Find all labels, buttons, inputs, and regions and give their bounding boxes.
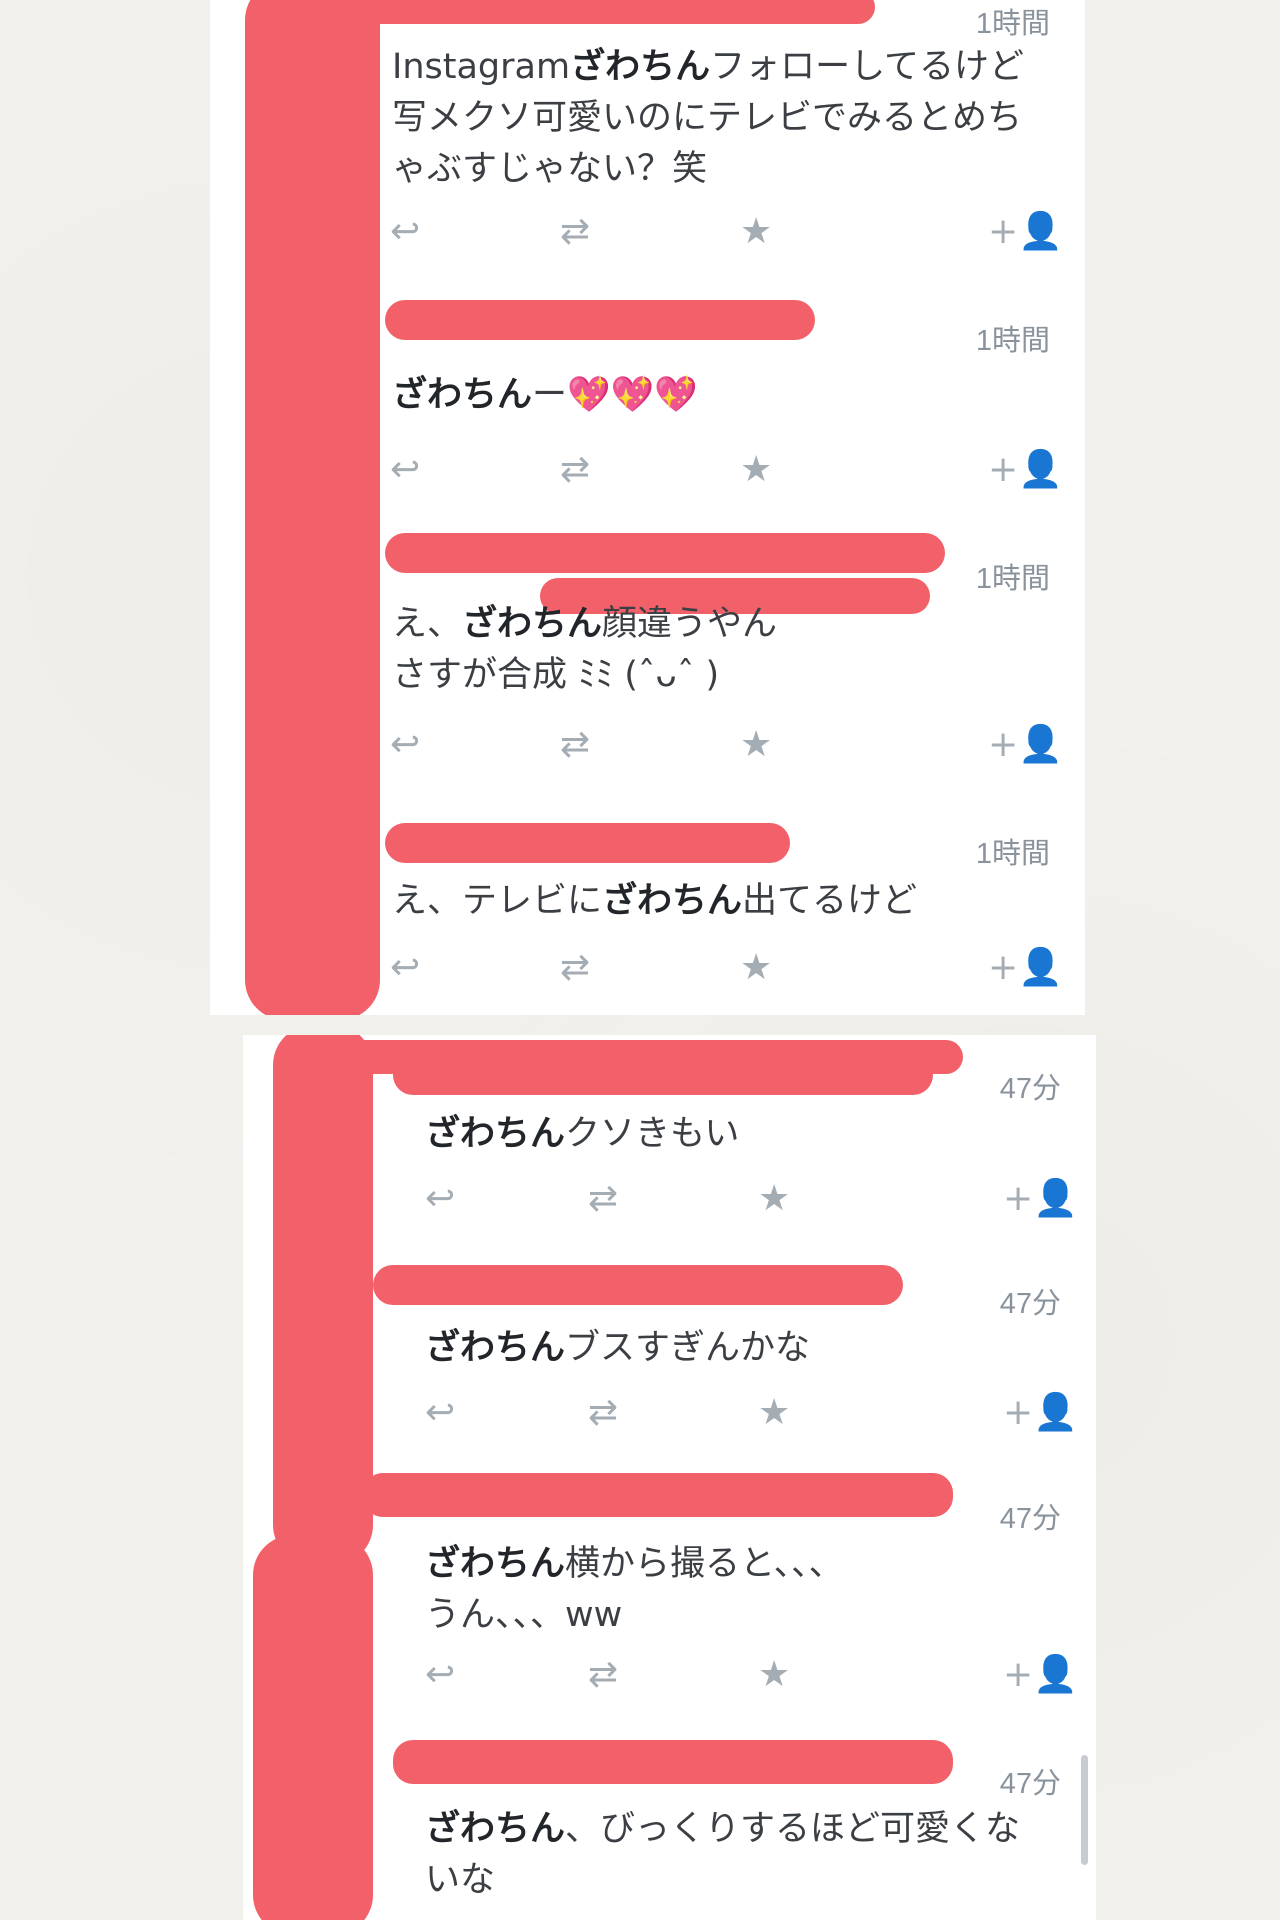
keyword-highlight: ざわちん [425,1114,566,1154]
retweet-icon[interactable]: ⇄ [588,1651,618,1699]
favorite-icon[interactable]: ★ [758,1651,790,1699]
reply-icon[interactable]: ↩ [390,721,420,769]
username-redaction [363,1473,953,1517]
retweet-icon[interactable]: ⇄ [560,721,590,769]
reply-icon[interactable]: ↩ [425,1389,455,1437]
tweet-text: ざわちんー💖💖💖 [392,375,698,415]
tweet-timestamp: 47分 [999,1768,1061,1800]
timeline-panel-bottom: 47分 ざわちんクソきもい ↩ ⇄ ★ +👤 47分 ざわちんブスすぎんかな ↩… [243,1035,1096,1920]
reply-icon[interactable]: ↩ [425,1175,455,1223]
tweet-text: Instagramざわちんフォローしてるけど写メクソ可愛いのにテレビでみるとめち… [392,47,1025,189]
tweet-text: ざわちんブスすぎんかな [425,1328,811,1368]
keyword-highlight: ざわちん [425,1809,566,1849]
username-redaction [385,533,945,573]
tweet-timestamp: 1時間 [975,563,1050,595]
tweet-timestamp: 1時間 [975,8,1050,40]
tweet-timestamp: 1時間 [975,325,1050,357]
favorite-icon[interactable]: ★ [758,1175,790,1223]
tweet-text: え、ざわちん顔違うやん さすが合成 ﾐﾐ (ˆᴗˆ ) [392,604,778,695]
avatar-redaction [245,0,380,1015]
keyword-highlight: ざわちん [425,1544,566,1584]
tweet-timestamp: 1時間 [975,838,1050,870]
keyword-highlight: ざわちん [570,47,711,87]
tweet-text: ざわちん、びっくりするほど可愛くないな [425,1809,1021,1900]
follow-icon[interactable]: +👤 [1003,1389,1078,1437]
follow-icon[interactable]: +👤 [1003,1651,1078,1699]
keyword-highlight: ざわちん [392,375,533,415]
username-redaction [315,0,875,24]
favorite-icon[interactable]: ★ [758,1389,790,1437]
retweet-icon[interactable]: ⇄ [588,1389,618,1437]
retweet-icon[interactable]: ⇄ [560,208,590,256]
reply-icon[interactable]: ↩ [425,1651,455,1699]
favorite-icon[interactable]: ★ [740,944,772,992]
tweet-text: え、テレビにざわちん出てるけど [392,881,918,921]
favorite-icon[interactable]: ★ [740,446,772,494]
username-redaction [393,1740,953,1784]
keyword-highlight: ざわちん [425,1328,566,1368]
username-redaction [385,823,790,863]
follow-icon[interactable]: +👤 [988,208,1063,256]
retweet-icon[interactable]: ⇄ [588,1175,618,1223]
favorite-icon[interactable]: ★ [740,208,772,256]
tweet-timestamp: 47分 [999,1503,1061,1535]
follow-icon[interactable]: +👤 [988,721,1063,769]
tweet-timestamp: 47分 [999,1288,1061,1320]
tweet-text: ざわちん横から撮ると、、、 うん、、、ww [425,1544,844,1635]
keyword-highlight: ざわちん [462,604,603,644]
reply-icon[interactable]: ↩ [390,208,420,256]
retweet-icon[interactable]: ⇄ [560,944,590,992]
favorite-icon[interactable]: ★ [740,721,772,769]
retweet-icon[interactable]: ⇄ [560,446,590,494]
avatar-redaction [253,1535,373,1920]
scrollbar[interactable] [1081,1755,1088,1865]
avatar-redaction [273,1035,373,1565]
timeline-panel-top: 1時間 Instagramざわちんフォローしてるけど写メクソ可愛いのにテレビでみ… [210,0,1085,1015]
username-redaction [385,300,815,340]
tweet-timestamp: 47分 [999,1073,1061,1105]
reply-icon[interactable]: ↩ [390,446,420,494]
username-redaction [373,1265,903,1305]
keyword-highlight: ざわちん [602,881,743,921]
follow-icon[interactable]: +👤 [988,446,1063,494]
follow-icon[interactable]: +👤 [988,944,1063,992]
follow-icon[interactable]: +👤 [1003,1175,1078,1223]
tweet-text: ざわちんクソきもい [425,1114,740,1154]
username-redaction [323,1040,963,1074]
reply-icon[interactable]: ↩ [390,944,420,992]
